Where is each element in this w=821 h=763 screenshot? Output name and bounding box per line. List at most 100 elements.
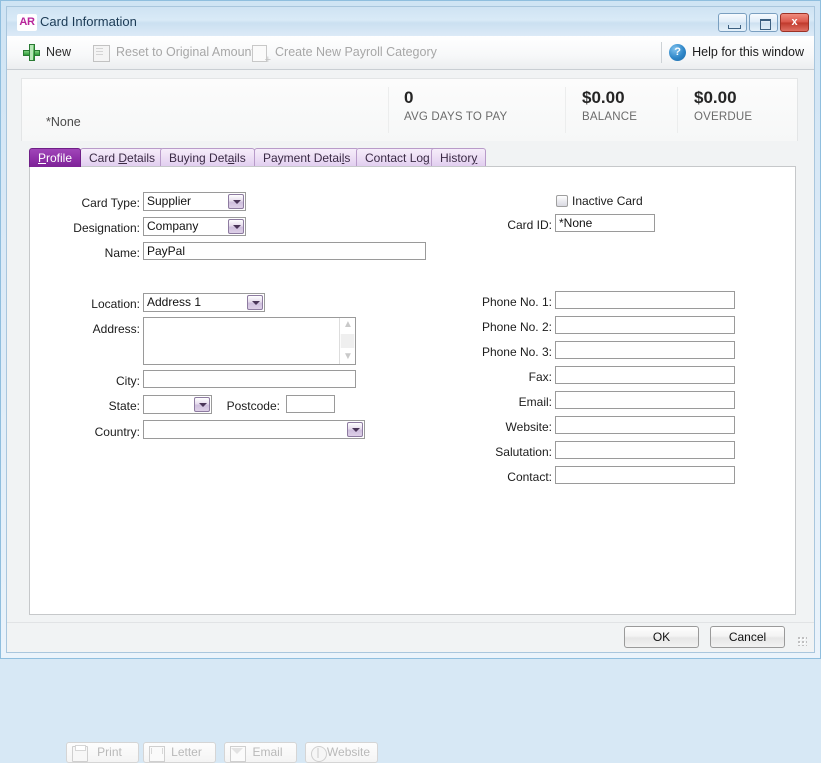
tab-buying-details[interactable]: Buying Details bbox=[160, 148, 255, 167]
address-scrollbar[interactable]: ▲ ▼ bbox=[339, 318, 355, 364]
summary-card-name: *None bbox=[46, 115, 81, 129]
email-input[interactable] bbox=[555, 391, 735, 409]
summary-panel: *None 0 AVG DAYS TO PAY $0.00 BALANCE $0… bbox=[21, 78, 798, 141]
city-input[interactable] bbox=[143, 370, 356, 388]
close-button[interactable]: x bbox=[780, 13, 809, 32]
website-input[interactable] bbox=[555, 416, 735, 434]
address-textarea[interactable]: ▲ ▼ bbox=[143, 317, 356, 365]
scroll-up-icon[interactable]: ▲ bbox=[343, 321, 352, 329]
email-button[interactable]: Email bbox=[224, 742, 297, 763]
stat-overdue: $0.00 OVERDUE bbox=[694, 87, 752, 133]
minimize-button[interactable] bbox=[718, 13, 747, 32]
designation-label: Designation: bbox=[52, 221, 140, 235]
email-button-label: Email bbox=[252, 745, 282, 759]
letter-button[interactable]: Letter bbox=[143, 742, 216, 763]
envelope-icon bbox=[230, 746, 246, 762]
location-select[interactable]: Address 1 bbox=[143, 293, 265, 312]
chevron-down-icon[interactable] bbox=[228, 219, 244, 234]
postcode-input[interactable] bbox=[286, 395, 335, 413]
chevron-down-icon[interactable] bbox=[228, 194, 244, 209]
card-type-select[interactable]: Supplier bbox=[143, 192, 246, 211]
summary-divider bbox=[388, 87, 389, 133]
chevron-down-icon[interactable] bbox=[347, 422, 363, 437]
tab-payment-details[interactable]: Payment Details bbox=[254, 148, 359, 167]
designation-select[interactable]: Company bbox=[143, 217, 246, 236]
name-label: Name: bbox=[70, 246, 140, 260]
country-label: Country: bbox=[60, 425, 140, 439]
app-badge-icon: AR bbox=[17, 14, 37, 31]
reset-button-label: Reset to Original Amount bbox=[116, 45, 255, 59]
salutation-input[interactable] bbox=[555, 441, 735, 459]
stat-avg-days-label: AVG DAYS TO PAY bbox=[404, 109, 507, 126]
phone-3-label: Phone No. 3: bbox=[455, 345, 552, 359]
maximize-button[interactable] bbox=[749, 13, 778, 32]
payroll-button-label: Create New Payroll Category bbox=[275, 45, 437, 59]
phone-2-label: Phone No. 2: bbox=[455, 320, 552, 334]
ok-button[interactable]: OK bbox=[624, 626, 699, 648]
help-button-label: Help for this window bbox=[692, 45, 804, 59]
tab-history[interactable]: History bbox=[431, 148, 486, 167]
card-information-window: AR Card Information x New Reset to Origi… bbox=[0, 0, 821, 659]
chevron-down-icon[interactable] bbox=[194, 397, 210, 412]
state-value bbox=[147, 396, 191, 413]
card-id-input[interactable] bbox=[555, 214, 655, 232]
address-label: Address: bbox=[65, 322, 140, 336]
profile-tab-panel: Card Type: Supplier Designation: Company… bbox=[29, 166, 796, 615]
card-id-label: Card ID: bbox=[475, 218, 552, 232]
scroll-down-icon[interactable]: ▼ bbox=[343, 353, 352, 361]
create-new-payroll-category-button[interactable]: Create New Payroll Category bbox=[252, 41, 437, 64]
tab-contact-log[interactable]: Contact Log bbox=[356, 148, 439, 167]
stat-avg-days-to-pay: 0 AVG DAYS TO PAY bbox=[404, 87, 507, 133]
maximize-icon bbox=[760, 19, 771, 30]
country-select[interactable] bbox=[143, 420, 365, 439]
cancel-button-label: Cancel bbox=[729, 630, 766, 644]
contact-input[interactable] bbox=[555, 466, 735, 484]
help-icon: ? bbox=[669, 44, 686, 61]
postcode-label: Postcode: bbox=[214, 399, 280, 413]
minimize-icon bbox=[728, 25, 741, 29]
fax-input[interactable] bbox=[555, 366, 735, 384]
print-button[interactable]: Print bbox=[66, 742, 139, 763]
scroll-thumb[interactable] bbox=[341, 334, 354, 348]
website-button-label: Website bbox=[327, 745, 370, 759]
phone-1-input[interactable] bbox=[555, 291, 735, 309]
stat-overdue-value: $0.00 bbox=[694, 87, 752, 109]
print-button-label: Print bbox=[97, 745, 122, 759]
designation-value: Company bbox=[147, 218, 225, 235]
tab-card-details[interactable]: Card Details bbox=[80, 148, 164, 167]
stat-balance: $0.00 BALANCE bbox=[582, 87, 637, 133]
close-icon: x bbox=[781, 14, 808, 31]
website-button[interactable]: Website bbox=[305, 742, 378, 763]
letter-button-label: Letter bbox=[171, 745, 202, 759]
tab-profile[interactable]: Profile bbox=[29, 148, 81, 167]
phone-1-label: Phone No. 1: bbox=[455, 295, 552, 309]
resize-grip[interactable] bbox=[797, 636, 807, 646]
help-for-this-window-button[interactable]: ? Help for this window bbox=[669, 41, 804, 64]
country-value bbox=[147, 421, 344, 438]
letter-icon bbox=[149, 746, 165, 762]
window-title: Card Information bbox=[40, 12, 137, 32]
reset-to-original-amount-button[interactable]: Reset to Original Amount bbox=[93, 41, 255, 64]
summary-divider bbox=[565, 87, 566, 133]
name-input[interactable] bbox=[143, 242, 426, 260]
title-bar: AR Card Information x bbox=[7, 7, 814, 37]
footer-divider bbox=[7, 622, 814, 623]
location-value: Address 1 bbox=[147, 294, 244, 311]
stat-avg-days-value: 0 bbox=[404, 87, 507, 109]
inactive-card-checkbox[interactable] bbox=[556, 195, 568, 207]
state-select[interactable] bbox=[143, 395, 212, 414]
inactive-card-label: Inactive Card bbox=[572, 194, 643, 208]
card-type-value: Supplier bbox=[147, 193, 225, 210]
summary-divider bbox=[677, 87, 678, 133]
phone-2-input[interactable] bbox=[555, 316, 735, 334]
cancel-button[interactable]: Cancel bbox=[710, 626, 785, 648]
window-client-area: AR Card Information x New Reset to Origi… bbox=[6, 6, 815, 653]
phone-3-input[interactable] bbox=[555, 341, 735, 359]
toolbar: New Reset to Original Amount Create New … bbox=[7, 36, 814, 70]
stat-balance-label: BALANCE bbox=[582, 109, 637, 126]
new-button[interactable]: New bbox=[23, 41, 71, 64]
salutation-label: Salutation: bbox=[455, 445, 552, 459]
plus-icon bbox=[23, 44, 40, 61]
chevron-down-icon[interactable] bbox=[247, 295, 263, 310]
contact-label: Contact: bbox=[455, 470, 552, 484]
